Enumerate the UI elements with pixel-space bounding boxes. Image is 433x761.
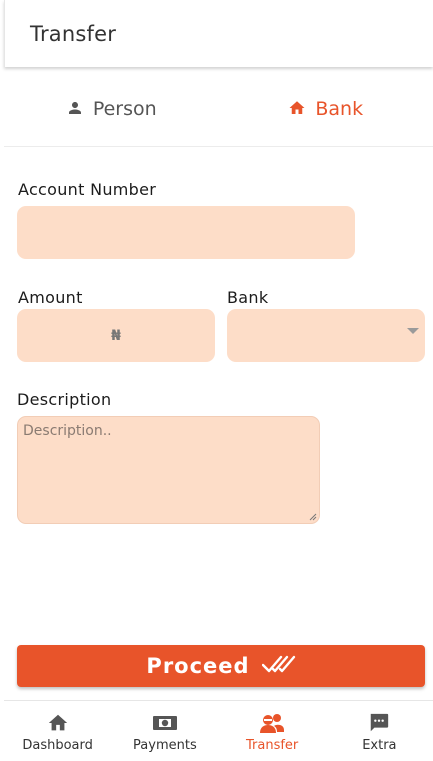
person-icon <box>66 99 84 117</box>
description-textarea[interactable]: Description.. <box>17 416 320 524</box>
proceed-label: Proceed <box>146 654 250 678</box>
resize-handle-icon[interactable] <box>309 513 317 521</box>
tab-bank[interactable]: Bank <box>219 70 433 146</box>
nav-transfer[interactable]: Transfer <box>219 701 326 761</box>
home-icon <box>288 99 306 117</box>
transfer-screen: Transfer Person Bank Account Number Amou… <box>0 0 433 761</box>
account-number-label: Account Number <box>18 180 157 199</box>
bank-label: Bank <box>227 288 269 307</box>
home-icon <box>46 712 70 734</box>
nav-dashboard-label: Dashboard <box>22 737 93 753</box>
nav-extra-label: Extra <box>362 737 397 753</box>
nav-transfer-label: Transfer <box>245 737 299 753</box>
naira-symbol: ₦ <box>111 327 121 344</box>
bottom-navigation: Dashboard Payments Transfer Extra <box>4 700 433 761</box>
amount-label: Amount <box>18 288 83 307</box>
nav-extra[interactable]: Extra <box>326 701 433 761</box>
chevron-down-icon <box>407 328 419 334</box>
app-header: Transfer <box>4 0 433 67</box>
proceed-button[interactable]: Proceed <box>17 645 425 687</box>
tab-person-label: Person <box>92 98 157 120</box>
double-check-icon <box>261 653 296 680</box>
chat-icon <box>367 712 391 734</box>
bank-select[interactable] <box>227 309 425 362</box>
description-placeholder: Description.. <box>23 423 112 439</box>
nav-payments[interactable]: Payments <box>111 701 218 761</box>
nav-dashboard[interactable]: Dashboard <box>4 701 111 761</box>
page-title: Transfer <box>30 21 117 46</box>
transfer-tabs: Person Bank <box>4 70 433 147</box>
account-number-input[interactable] <box>17 206 355 259</box>
amount-input[interactable]: ₦ <box>17 309 215 362</box>
nav-payments-label: Payments <box>133 737 197 753</box>
users-transfer-icon <box>259 712 285 734</box>
money-icon <box>152 712 178 734</box>
tab-person[interactable]: Person <box>4 70 219 146</box>
description-label: Description <box>17 390 112 409</box>
tab-bank-label: Bank <box>315 98 364 120</box>
